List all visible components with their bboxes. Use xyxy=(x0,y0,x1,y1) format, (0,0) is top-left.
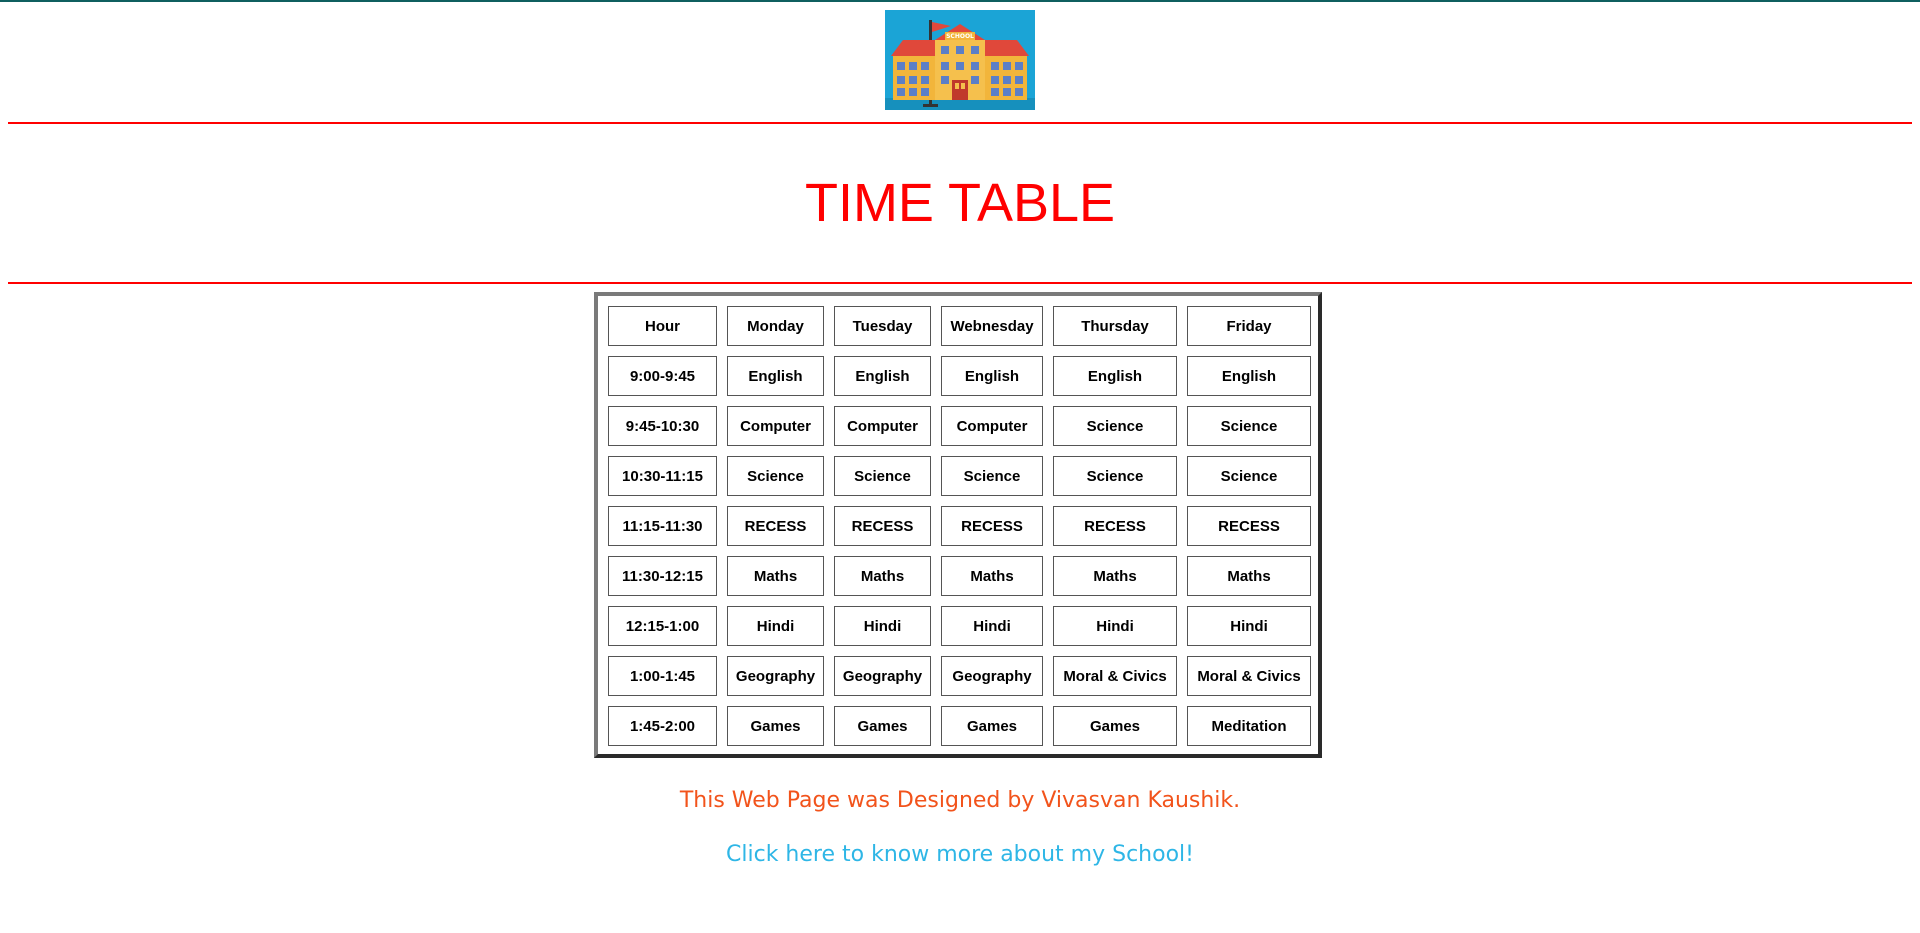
table-row: 9:45-10:30 Computer Computer Computer Scienc… xyxy=(608,406,1311,446)
subject-cell: Science xyxy=(1187,406,1311,446)
designer-credit: This Web Page was Designed by Vivasvan K… xyxy=(679,788,1241,813)
subject-cell: Hindi xyxy=(1053,606,1177,646)
subject-cell: RECESS xyxy=(727,506,824,546)
bottom-divider xyxy=(8,282,1912,284)
time-slot-cell: 9:00-9:45 xyxy=(608,356,717,396)
day-header: Tuesday xyxy=(834,306,931,346)
table-row: 1:45-2:00 Games Games Games Games Meditation xyxy=(608,706,1311,746)
school-logo: SCHOOL xyxy=(885,10,1035,110)
subject-cell: RECESS xyxy=(941,506,1043,546)
top-divider xyxy=(8,122,1912,124)
subject-cell: Maths xyxy=(1187,556,1311,596)
day-header: Friday xyxy=(1187,306,1311,346)
school-building-icon: SCHOOL xyxy=(885,10,1035,110)
subject-cell: Maths xyxy=(834,556,931,596)
subject-cell: Science xyxy=(941,456,1043,496)
table-row: 11:30-12:15 Maths Maths Maths Maths Maths xyxy=(608,556,1311,596)
subject-cell: Moral & Civics xyxy=(1053,656,1177,696)
hour-header: Hour xyxy=(608,306,717,346)
subject-cell: RECESS xyxy=(834,506,931,546)
subject-cell: Hindi xyxy=(941,606,1043,646)
time-slot-cell: 10:30-11:15 xyxy=(608,456,717,496)
subject-cell: Science xyxy=(834,456,931,496)
table-row: 12:15-1:00 Hindi Hindi Hindi Hindi Hindi xyxy=(608,606,1311,646)
table-row: 9:00-9:45 English English English English Eng… xyxy=(608,356,1311,396)
subject-cell: Computer xyxy=(834,406,931,446)
subject-cell: RECESS xyxy=(1187,506,1311,546)
subject-cell: Hindi xyxy=(727,606,824,646)
subject-cell: Geography xyxy=(834,656,931,696)
subject-cell: Moral & Civics xyxy=(1187,656,1311,696)
subject-cell: English xyxy=(834,356,931,396)
logo-label: SCHOOL xyxy=(946,33,974,40)
day-header: Thursday xyxy=(1053,306,1177,346)
subject-cell: Maths xyxy=(727,556,824,596)
time-slot-cell: 12:15-1:00 xyxy=(608,606,717,646)
time-slot-cell: 11:30-12:15 xyxy=(608,556,717,596)
subject-cell: English xyxy=(1187,356,1311,396)
subject-cell: Games xyxy=(834,706,931,746)
timetable-frame: Hour Monday Tuesday Webnesday Thursday Friday… xyxy=(594,292,1322,758)
subject-cell: Games xyxy=(941,706,1043,746)
subject-cell: Science xyxy=(727,456,824,496)
page-title: TIME TABLE xyxy=(804,173,1116,233)
time-slot-cell: 1:45-2:00 xyxy=(608,706,717,746)
subject-cell: Science xyxy=(1053,406,1177,446)
table-row: 11:15-11:30 RECESS RECESS RECESS RECESS RECES… xyxy=(608,506,1311,546)
subject-cell: Games xyxy=(1053,706,1177,746)
day-header: Monday xyxy=(727,306,824,346)
time-slot-cell: 1:00-1:45 xyxy=(608,656,717,696)
subject-cell: RECESS xyxy=(1053,506,1177,546)
time-slot-cell: 9:45-10:30 xyxy=(608,406,717,446)
subject-cell: Maths xyxy=(941,556,1043,596)
subject-cell: Geography xyxy=(727,656,824,696)
day-header: Webnesday xyxy=(941,306,1043,346)
timetable: Hour Monday Tuesday Webnesday Thursday Friday… xyxy=(598,296,1321,756)
subject-cell: Maths xyxy=(1053,556,1177,596)
table-row: 10:30-11:15 Science Science Science Science S… xyxy=(608,456,1311,496)
subject-cell: Hindi xyxy=(1187,606,1311,646)
subject-cell: Meditation xyxy=(1187,706,1311,746)
subject-cell: Games xyxy=(727,706,824,746)
subject-cell: English xyxy=(1053,356,1177,396)
header-row: Hour Monday Tuesday Webnesday Thursday Friday xyxy=(608,306,1311,346)
school-info-link[interactable]: Click here to know more about my School! xyxy=(0,840,1920,870)
subject-cell: English xyxy=(941,356,1043,396)
table-row: 1:00-1:45 Geography Geography Geography Mora… xyxy=(608,656,1311,696)
subject-cell: English xyxy=(727,356,824,396)
subject-cell: Computer xyxy=(727,406,824,446)
subject-cell: Science xyxy=(1053,456,1177,496)
subject-cell: Hindi xyxy=(834,606,931,646)
subject-cell: Science xyxy=(1187,456,1311,496)
time-slot-cell: 11:15-11:30 xyxy=(608,506,717,546)
top-border xyxy=(0,0,1920,2)
subject-cell: Computer xyxy=(941,406,1043,446)
subject-cell: Geography xyxy=(941,656,1043,696)
